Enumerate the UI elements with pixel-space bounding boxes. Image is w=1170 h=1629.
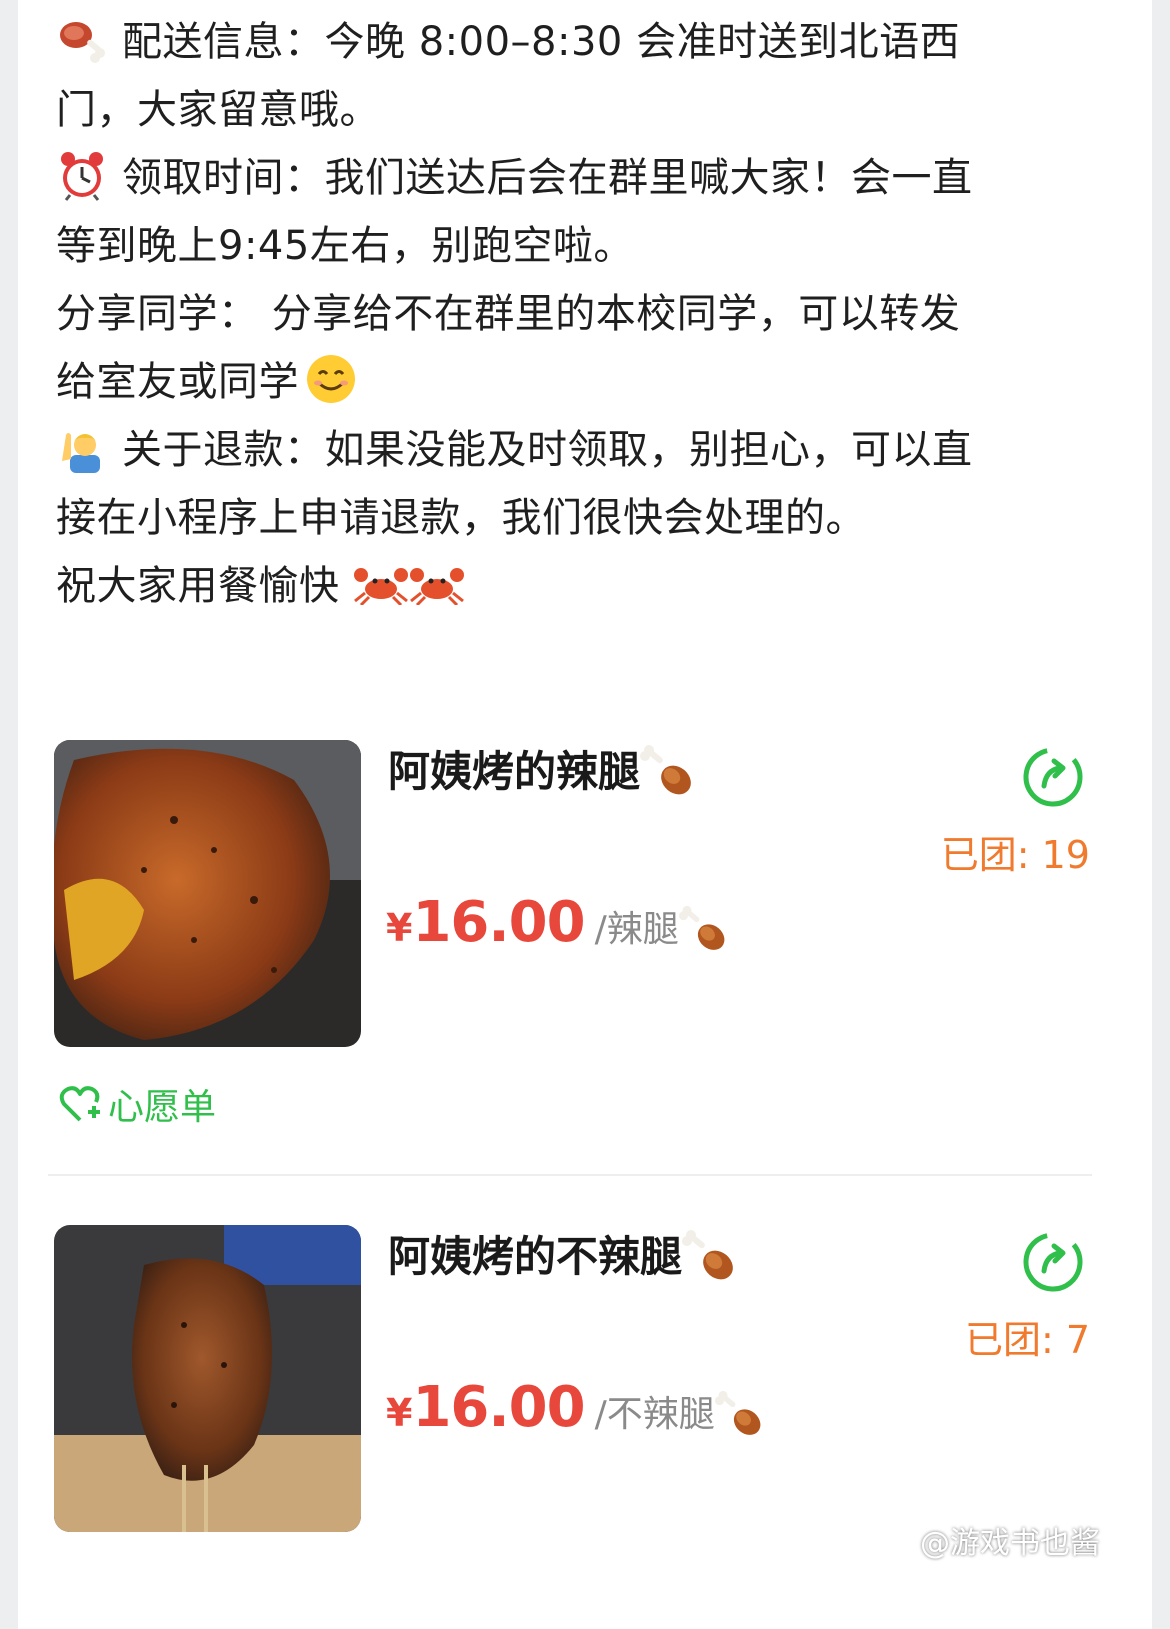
notice-line: 配送信息：今晚 8:00–8:30 会准时送到北语西 — [56, 8, 1086, 76]
notice-line: 祝大家用餐愉快 — [56, 552, 1086, 620]
product-image[interactable] — [54, 740, 361, 1047]
price-row: ¥16.00/辣腿 — [386, 890, 729, 955]
weibo-logo-icon — [873, 1525, 914, 1558]
product-image[interactable] — [54, 1225, 361, 1532]
share-icon[interactable] — [1020, 744, 1086, 810]
group-buy-count: 已团: 19 — [940, 833, 1090, 877]
product-list-card: 配送信息：今晚 8:00–8:30 会准时送到北语西 门，大家留意哦。 领取时间… — [18, 0, 1152, 1629]
price: 16.00 — [412, 1375, 585, 1440]
poultry-leg-icon — [714, 1390, 761, 1435]
currency-symbol: ¥ — [386, 906, 413, 950]
crab-icon — [409, 568, 464, 605]
alarm-clock-icon — [61, 152, 103, 201]
price-row: ¥16.00/不辣腿 — [386, 1375, 765, 1440]
wishlist-button[interactable]: 心愿单 — [58, 1078, 216, 1130]
divider — [48, 1174, 1092, 1176]
price: 16.00 — [412, 890, 585, 955]
product-title[interactable]: 阿姨烤的不辣腿 — [388, 1229, 738, 1285]
notice-line: 门，大家留意哦。 — [56, 87, 380, 133]
notice-line: 等到晚上9:45左右，别跑空啦。 — [56, 223, 634, 269]
notice-line: 关于退款：如果没能及时领取，别担心，可以直 — [56, 416, 1086, 484]
notice-line: 分享同学： 分享给不在群里的本校同学，可以转发 — [56, 291, 961, 337]
group-buy-count: 已团: 7 — [964, 1318, 1090, 1362]
person-raising-hand-icon — [62, 433, 100, 473]
notice-line: 给室友或同学 — [56, 348, 1086, 416]
product-title[interactable]: 阿姨烤的辣腿 — [388, 744, 696, 800]
notice-line: 接在小程序上申请退款，我们很快会处理的。 — [56, 495, 866, 541]
share-icon[interactable] — [1020, 1229, 1086, 1295]
product-item[interactable]: 阿姨烤的辣腿 已团: 19 ¥16.00/辣腿 — [54, 740, 1094, 1070]
heart-plus-icon — [59, 1086, 100, 1122]
price-unit: /辣腿 — [594, 909, 679, 950]
smiling-face-icon — [307, 355, 355, 403]
product-item[interactable]: 阿姨烤的不辣腿 已团: 7 ¥16.00/不辣腿 — [54, 1225, 1094, 1555]
poultry-leg-icon — [682, 1230, 733, 1280]
currency-symbol: ¥ — [386, 1391, 413, 1435]
poultry-leg-icon — [678, 905, 725, 950]
price-unit: /不辣腿 — [594, 1394, 715, 1435]
delivery-notice: 配送信息：今晚 8:00–8:30 会准时送到北语西 门，大家留意哦。 领取时间… — [56, 8, 1086, 620]
watermark: @游戏书也酱 — [872, 1518, 1100, 1562]
crab-icon — [353, 568, 408, 605]
poultry-leg-icon — [640, 745, 691, 795]
meat-on-bone-icon — [60, 22, 105, 63]
notice-line: 领取时间：我们送达后会在群里喊大家！会一直 — [56, 144, 1086, 212]
